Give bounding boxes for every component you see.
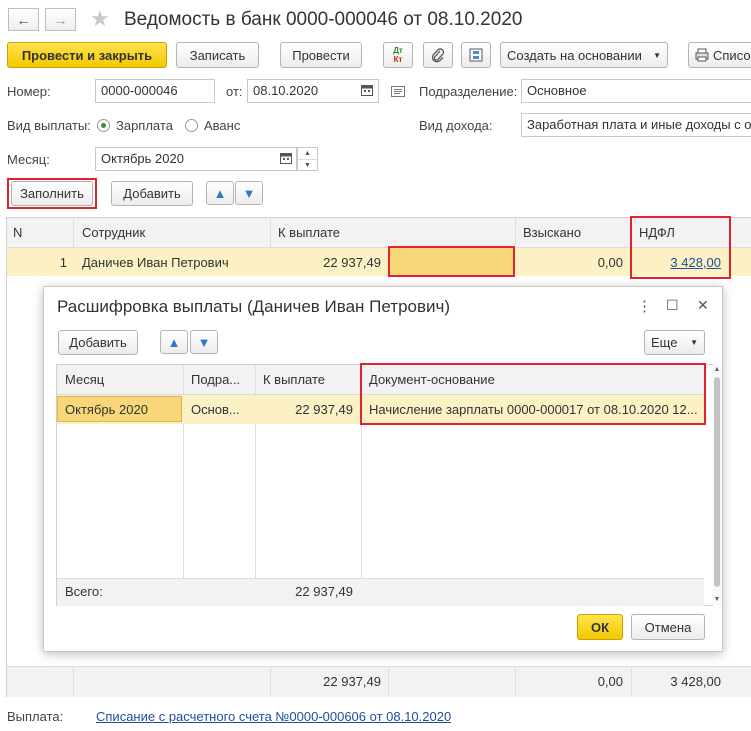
scroll-up-icon[interactable]: ▲ [712, 365, 722, 375]
income-type-label: Вид дохода: [419, 118, 493, 133]
col-to-pay[interactable]: К выплате [272, 218, 515, 247]
arrow-up-icon: ▲ [167, 334, 181, 350]
dialog-more-icon[interactable]: ⋮ [637, 297, 652, 315]
ok-button[interactable]: ОК [577, 614, 623, 640]
calendar-icon[interactable] [361, 84, 373, 99]
total-ndfl: 3 428,00 [670, 673, 721, 689]
dialog-total-label: Всего: [65, 584, 103, 599]
cancel-button[interactable]: Отмена [631, 614, 705, 640]
dialog-scrollbar[interactable]: ▲ ▼ [712, 365, 722, 605]
favorite-star-icon[interactable]: ★ [90, 6, 110, 32]
dlg-col-month[interactable]: Месяц [59, 365, 183, 394]
dialog-close-icon[interactable]: ✕ [697, 297, 709, 314]
add-row-button[interactable]: Добавить [111, 181, 193, 206]
post-and-close-button[interactable]: Провести и закрыть [7, 42, 167, 68]
date-value: 08.10.2020 [253, 83, 319, 98]
kt-label-icon: Кт [393, 55, 403, 64]
structure-button[interactable] [461, 42, 491, 68]
month-label: Месяц: [7, 152, 50, 167]
attach-button[interactable] [423, 42, 453, 68]
month-field[interactable]: Октябрь 2020 [95, 147, 297, 171]
date-label: от: [226, 84, 243, 99]
advance-radio[interactable] [185, 119, 198, 132]
highlight-ndfl-column [630, 216, 731, 279]
row-employee[interactable]: Даничев Иван Петрович [76, 248, 270, 276]
col-n[interactable]: N [7, 218, 73, 247]
division-field[interactable]: Основное [521, 79, 751, 103]
page-title: Ведомость в банк 0000-000046 от 08.10.20… [124, 9, 523, 30]
caret-down-icon: ▼ [690, 338, 698, 347]
spinner-up-icon[interactable]: ▲ [298, 148, 317, 160]
post-button[interactable]: Провести [280, 42, 362, 68]
arrow-down-icon: ▼ [197, 334, 211, 350]
dialog-more-label: Еще [651, 335, 678, 350]
highlight-fill-button [7, 178, 97, 209]
payment-document-link[interactable]: Списание с расчетного счета №0000-000606… [96, 709, 451, 724]
month-calendar-icon[interactable] [280, 152, 292, 167]
comment-icon[interactable] [391, 85, 405, 100]
arrow-down-icon: ▼ [242, 185, 256, 201]
forward-button[interactable]: → [45, 8, 76, 31]
payment-label: Выплата: [7, 709, 64, 724]
back-arrow-icon: ← [16, 11, 31, 28]
paperclip-icon [431, 48, 445, 63]
move-up-button[interactable]: ▲ [206, 181, 234, 205]
dialog-title: Расшифровка выплаты (Даничев Иван Петров… [57, 297, 451, 316]
pay-type-label: Вид выплаты: [7, 118, 91, 133]
dt-label-icon: Дт [393, 46, 403, 55]
highlight-empty-cell [388, 246, 515, 277]
row-n: 1 [59, 254, 67, 270]
scroll-down-icon[interactable]: ▼ [712, 595, 722, 605]
dialog-total-value: 22 937,49 [295, 584, 353, 599]
number-field[interactable]: 0000-000046 [95, 79, 215, 103]
save-button[interactable]: Записать [176, 42, 259, 68]
list-label: Списо [713, 47, 751, 63]
spinner-down-icon[interactable]: ▼ [298, 160, 317, 171]
arrow-up-icon: ▲ [213, 185, 227, 201]
income-type-field[interactable]: Заработная плата и иные доходы с о [521, 113, 751, 137]
division-label: Подразделение: [419, 84, 518, 99]
dlg-col-division[interactable]: Подра... [185, 365, 255, 394]
create-based-on-dropdown[interactable]: Создать на основании ▼ [500, 42, 668, 68]
total-collected: 0,00 [597, 673, 623, 689]
scroll-thumb[interactable] [714, 377, 720, 587]
total-to-pay: 22 937,49 [323, 673, 381, 689]
dialog-add-button[interactable]: Добавить [58, 330, 138, 355]
row-collected[interactable]: 0,00 [517, 248, 629, 276]
dlg-row-month[interactable]: Октябрь 2020 [59, 395, 183, 424]
back-button[interactable]: ← [8, 8, 39, 31]
caret-down-icon: ▼ [653, 50, 661, 60]
dt-kt-button[interactable]: Дт Кт [383, 42, 413, 68]
salary-radio[interactable] [97, 119, 110, 132]
row-to-pay[interactable]: 22 937,49 [272, 248, 387, 276]
hierarchy-icon [469, 48, 483, 62]
dialog-more-dropdown[interactable]: Еще ▼ [644, 330, 705, 355]
highlight-document-column [360, 363, 706, 425]
print-icon [695, 48, 709, 62]
dlg-col-to-pay[interactable]: К выплате [257, 365, 361, 394]
advance-radio-label[interactable]: Аванс [204, 118, 240, 133]
number-label: Номер: [7, 84, 51, 99]
list-button[interactable]: Списо [688, 42, 751, 68]
move-down-button[interactable]: ▼ [235, 181, 263, 205]
forward-arrow-icon: → [53, 11, 68, 28]
create-based-on-label: Создать на основании [507, 47, 642, 63]
dialog-move-up-button[interactable]: ▲ [160, 330, 188, 354]
date-field[interactable]: 08.10.2020 [247, 79, 379, 103]
month-spinner[interactable]: ▲ ▼ [297, 147, 318, 171]
col-employee[interactable]: Сотрудник [76, 218, 270, 247]
dialog-move-down-button[interactable]: ▼ [190, 330, 218, 354]
dlg-row-to-pay[interactable]: 22 937,49 [257, 395, 359, 424]
dialog-maximize-icon[interactable]: ☐ [666, 297, 679, 314]
dlg-row-division[interactable]: Основ... [185, 395, 255, 424]
col-collected[interactable]: Взыскано [517, 218, 631, 247]
salary-radio-label[interactable]: Зарплата [116, 118, 173, 133]
